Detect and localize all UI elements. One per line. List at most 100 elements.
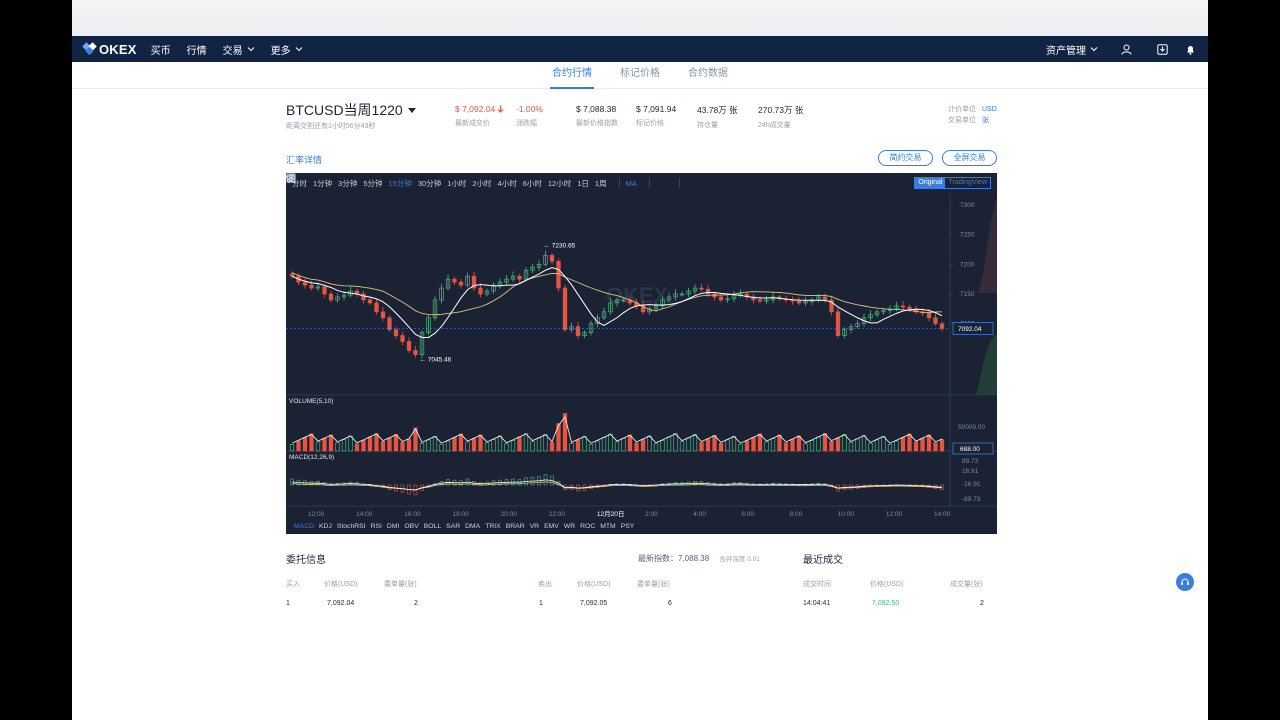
latest-index: 最新指数：7,088.38 合并深度 0.01: [638, 553, 760, 564]
kline-chart[interactable]: 73007250720071507100OKEX← 7230.65← 7045.…: [286, 173, 997, 534]
download-icon[interactable]: [1148, 43, 1176, 55]
indicator-option[interactable]: VR: [530, 523, 539, 530]
exchange-rate-link[interactable]: 汇率详情: [286, 153, 322, 166]
tab-contract-market[interactable]: 合约行情: [550, 62, 594, 89]
indicator-option[interactable]: BOLL: [424, 523, 441, 530]
timeframe-option[interactable]: 1分钟: [313, 178, 332, 189]
ticker-header: BTCUSD当周1220 距离交割还有1小时56分43秒 $ 7,092.04 …: [286, 98, 998, 134]
indicator-option[interactable]: TRIX: [485, 523, 500, 530]
volume-bar: [439, 444, 444, 452]
candle-body: [302, 281, 308, 286]
sell-col-price: 价格(USD): [577, 581, 611, 588]
bell-icon[interactable]: [1176, 44, 1204, 55]
volume-bar: [640, 439, 646, 452]
indicator-option[interactable]: ROC: [580, 523, 595, 530]
indicator-option[interactable]: DMA: [465, 523, 480, 530]
fullscreen-trade-button[interactable]: 全屏交易: [942, 150, 997, 166]
user-icon[interactable]: [1112, 44, 1140, 55]
volume-bar: [861, 435, 867, 452]
unit-value[interactable]: USD: [982, 106, 997, 113]
timeframe-option[interactable]: 1日: [577, 178, 589, 189]
macd-tick-label: 89.73: [962, 458, 979, 465]
volume-bar: [744, 440, 750, 452]
nav-trade[interactable]: 交易: [223, 42, 255, 57]
settings-icon[interactable]: [286, 173, 747, 188]
unit-value[interactable]: 张: [982, 117, 989, 124]
indicator-option[interactable]: StochRSI: [337, 523, 366, 530]
depth-selector[interactable]: 合并深度 0.01: [719, 556, 759, 563]
volume-bar: [783, 442, 789, 452]
tab-contract-data[interactable]: 合约数据: [686, 62, 730, 89]
stat-open-interest: 43.78万 张 持仓量: [697, 104, 738, 130]
indicator-option[interactable]: MTM: [600, 523, 615, 530]
timeframe-option[interactable]: 4小时: [498, 178, 517, 189]
ruler-icon[interactable]: [286, 174, 713, 188]
indicator-option[interactable]: OBV: [404, 523, 418, 530]
ma-selector[interactable]: MA: [626, 179, 637, 188]
nav-markets[interactable]: 行情: [187, 42, 207, 57]
indicator-option[interactable]: WR: [564, 523, 575, 530]
indicator-option[interactable]: SAR: [446, 523, 460, 530]
volume-bar: [790, 439, 795, 452]
volume-bar: [900, 437, 906, 452]
contract-selector[interactable]: BTCUSD当周1220: [286, 100, 416, 120]
volume-bar: [510, 440, 516, 452]
indicator-option[interactable]: PSY: [621, 523, 635, 530]
indicator-option[interactable]: DMI: [387, 523, 399, 530]
candle-body: [452, 278, 457, 283]
stat-price-index: $ 7,088.38 最新价格指数: [576, 104, 618, 128]
indicator-option[interactable]: MACD: [294, 523, 314, 530]
nav-buy-crypto[interactable]: 买币: [151, 42, 171, 57]
candle-body: [458, 281, 464, 286]
arrow-down-icon: [497, 105, 504, 113]
nav-label: 买币: [150, 45, 171, 57]
buy-row-index: 1: [286, 600, 290, 606]
stat-value: $ 7,088.38: [576, 104, 617, 114]
volume-bar: [764, 441, 769, 452]
volume-bar: [549, 442, 555, 452]
candle-body: [289, 273, 295, 277]
camera-icon[interactable]: [286, 174, 730, 188]
top-nav: OKEX 买币 行情 交易 更多 资产管理: [72, 36, 1208, 62]
candle-body: [361, 293, 366, 301]
view-original[interactable]: Original: [915, 178, 946, 188]
fullscreen-icon[interactable]: [286, 173, 764, 188]
okex-logo[interactable]: OKEX: [82, 42, 137, 57]
timeframe-option[interactable]: 3分钟: [338, 178, 357, 189]
chart-canvas[interactable]: 73007250720071507100OKEX← 7230.65← 7045.…: [286, 173, 997, 534]
timeframe-option[interactable]: 1小时: [447, 178, 466, 189]
timeframe-option[interactable]: 6小时: [523, 178, 542, 189]
tab-mark-price[interactable]: 标记价格: [618, 62, 662, 89]
timeframe-option[interactable]: 1周: [595, 178, 607, 189]
indicator-option[interactable]: RSI: [371, 523, 382, 530]
timeframe-option[interactable]: 12小时: [548, 178, 571, 189]
indicator-option[interactable]: EMV: [544, 523, 559, 530]
indicator-option[interactable]: KDJ: [319, 523, 332, 530]
candle-type-icon[interactable]: [288, 174, 666, 188]
volume-bar: [296, 440, 301, 452]
volume-bar: [504, 443, 509, 452]
volume-bar: [484, 442, 490, 452]
candle-body: [926, 312, 932, 319]
timeframe-option[interactable]: 15分钟: [389, 178, 412, 189]
nav-asset-management[interactable]: 资产管理: [1046, 42, 1098, 57]
trade-row-price: 7,092.50: [872, 600, 900, 606]
view-tradingview[interactable]: TradingView: [945, 178, 990, 188]
candle-body: [699, 287, 704, 290]
timeframe-option[interactable]: 30分钟: [418, 178, 441, 189]
candle-body: [933, 317, 938, 325]
chevron-down-icon: [295, 47, 303, 52]
line-tool-icon[interactable]: [286, 175, 696, 188]
simple-trade-button[interactable]: 简约交易: [878, 150, 933, 166]
volume-bar: [575, 439, 581, 452]
timeframe-option[interactable]: 5分钟: [363, 178, 382, 189]
volume-bar: [796, 435, 802, 452]
nav-more[interactable]: 更多: [271, 42, 303, 57]
indicator-option[interactable]: BRAR: [506, 523, 525, 530]
buy-col-price: 价格(USD): [324, 581, 358, 588]
candle-body: [309, 284, 314, 289]
timeframe-option[interactable]: 2小时: [472, 178, 491, 189]
orders-title: 委托信息: [286, 555, 326, 566]
okex-logo-icon: [82, 41, 97, 55]
support-chat-button[interactable]: [1176, 573, 1194, 591]
